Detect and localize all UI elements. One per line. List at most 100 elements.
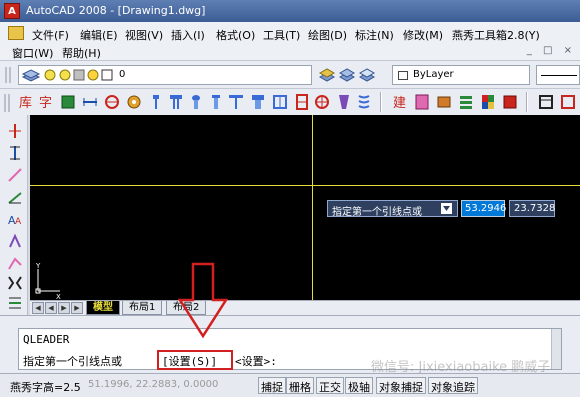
drawing-canvas[interactable]: 指定第一个引线点或 53.2946 23.7328 Y X <box>30 115 580 301</box>
tab-model[interactable]: 模型 <box>86 301 120 315</box>
menu-view[interactable]: 视图(V) <box>125 27 163 43</box>
mark-tool-icon[interactable] <box>414 93 430 111</box>
menu-draw[interactable]: 绘图(D) <box>308 27 347 43</box>
pin-tool-icon[interactable] <box>188 93 204 111</box>
tab-first-button[interactable]: ◀ <box>32 302 44 314</box>
menu-dimension[interactable]: 标注(N) <box>355 27 394 43</box>
document-icon[interactable] <box>8 26 24 40</box>
diameter-dim-icon[interactable] <box>7 233 23 249</box>
toolbar-grip-icon[interactable] <box>3 67 15 83</box>
autocad-logo-icon[interactable]: A <box>4 3 20 19</box>
tools-toolbar: 库 字 建 <box>0 88 580 115</box>
toolbar-grip-icon[interactable] <box>3 94 11 112</box>
ucs-y-label: Y <box>36 262 41 270</box>
ejector-tool-icon[interactable] <box>228 93 244 111</box>
tab-next-button[interactable]: ▶ <box>58 302 70 314</box>
svg-text:库: 库 <box>19 95 32 111</box>
osnap-toggle[interactable]: 对象捕捉 <box>376 377 426 394</box>
spring-coil-tool-icon[interactable] <box>356 93 372 111</box>
screw-tool-icon[interactable] <box>148 93 164 111</box>
toolbar-separator <box>380 92 382 112</box>
menu-format[interactable]: 格式(O) <box>216 27 255 43</box>
menu-modify[interactable]: 修改(M) <box>403 27 443 43</box>
menu-window[interactable]: 窗口(W) <box>12 45 53 61</box>
crosshair-vertical <box>312 115 313 300</box>
color-palette-tool-icon[interactable] <box>480 93 496 111</box>
layer-dropdown[interactable]: 0 <box>18 65 312 85</box>
aligned-dim-icon[interactable] <box>7 167 23 183</box>
layer-stack-icon <box>21 69 41 82</box>
command-window: QLEADER 指定第一个引线点或 [设置(S)] <设置>: 微信号: Jix… <box>0 315 580 375</box>
linetype-dropdown[interactable] <box>536 65 580 85</box>
stack-tool-icon[interactable] <box>458 93 474 111</box>
spring-tool-icon[interactable] <box>104 93 120 111</box>
bolt-tool-icon[interactable] <box>168 93 184 111</box>
vertical-dim-icon[interactable] <box>7 145 23 161</box>
left-toolbar: AA <box>0 115 28 315</box>
layout-tabs-bar: ◀ ◀ ▶ ▶ 模型 布局1 布局2 <box>30 300 580 315</box>
window-title: AutoCAD 2008 - [Drawing1.dwg] <box>26 4 206 17</box>
text-height-status: 燕秀字高=2.5 <box>10 381 81 394</box>
edit-tool-icon[interactable]: 字 <box>38 93 54 111</box>
color-value: ByLayer <box>413 69 454 80</box>
layer-state-icons <box>44 69 113 81</box>
polar-toggle[interactable]: 极轴 <box>345 377 373 394</box>
angular-dim-icon[interactable] <box>7 189 23 205</box>
continue-dim-icon[interactable] <box>7 295 23 311</box>
radius-dim-icon[interactable]: AA <box>7 211 23 227</box>
svg-text:建: 建 <box>393 96 406 111</box>
document-window-controls[interactable]: _ □ × <box>527 45 576 56</box>
color-control-dropdown[interactable]: ByLayer <box>392 65 530 85</box>
title-block-tool-icon[interactable] <box>560 93 576 111</box>
annotation-arrow-icon <box>177 262 229 339</box>
sprue-tool-icon[interactable] <box>336 93 352 111</box>
toolbar-separator <box>526 92 528 112</box>
status-bar: 燕秀字高=2.5 51.1996, 22.2883, 0.0000 捕捉 栅格 … <box>0 373 580 397</box>
plate-tool-icon[interactable] <box>436 93 452 111</box>
svg-text:字: 字 <box>39 96 52 111</box>
gear-tool-icon[interactable] <box>126 93 142 111</box>
menu-yanxiu-toolbox[interactable]: 燕秀工具箱2.8(Y) <box>452 27 540 43</box>
tab-last-button[interactable]: ▶ <box>71 302 83 314</box>
build-tool-icon[interactable]: 建 <box>392 93 408 111</box>
command-prompt: 指定第一个引线点或 <box>23 355 122 368</box>
library-tool-icon[interactable]: 库 <box>18 93 34 111</box>
tolerance-icon[interactable] <box>7 275 23 291</box>
guide-pin-tool-icon[interactable] <box>208 93 224 111</box>
grid-toggle[interactable]: 栅格 <box>286 377 314 394</box>
dropdown-arrow-icon[interactable] <box>441 203 452 214</box>
crosshair-tool-icon[interactable] <box>314 93 330 111</box>
dynamic-input-y[interactable]: 23.7328 <box>509 200 555 217</box>
title-bar: A AutoCAD 2008 - [Drawing1.dwg] <box>0 0 580 22</box>
line-dim-icon[interactable] <box>7 123 23 139</box>
cursor-coordinates: 51.1996, 22.2883, 0.0000 <box>88 379 219 390</box>
tab-layout1[interactable]: 布局1 <box>122 301 163 315</box>
tab-prev-button[interactable]: ◀ <box>45 302 57 314</box>
menu-help[interactable]: 帮助(H) <box>62 45 101 61</box>
command-scrollbar[interactable] <box>551 329 561 369</box>
punch-tool-icon[interactable] <box>250 93 266 111</box>
dimension-tool-icon[interactable] <box>82 93 98 111</box>
menu-edit[interactable]: 编辑(E) <box>80 27 118 43</box>
nozzle-tool-icon[interactable] <box>294 93 310 111</box>
command-default: <设置>: <box>235 355 277 368</box>
frame-tool-icon[interactable] <box>538 93 554 111</box>
leader-dim-icon[interactable] <box>7 255 23 271</box>
menu-tools[interactable]: 工具(T) <box>263 27 300 43</box>
layer-tools-icons[interactable] <box>318 66 378 84</box>
menu-bar: 文件(F) 编辑(E) 视图(V) 插入(I) 格式(O) 工具(T) 绘图(D… <box>0 22 580 60</box>
dynamic-input-x[interactable]: 53.2946 <box>461 200 506 217</box>
menu-file[interactable]: 文件(F) <box>32 27 69 43</box>
command-option-settings[interactable]: [设置(S)] <box>157 350 233 370</box>
menu-insert[interactable]: 插入(I) <box>171 27 205 43</box>
bushing-tool-icon[interactable] <box>272 93 288 111</box>
command-line-panel[interactable]: QLEADER 指定第一个引线点或 [设置(S)] <设置>: 微信号: Jix… <box>18 328 562 375</box>
snap-toggle[interactable]: 捕捉 <box>258 377 286 394</box>
bracket-tool-icon[interactable] <box>60 93 76 111</box>
otrack-toggle[interactable]: 对象追踪 <box>428 377 478 394</box>
layer-color-tool-icon[interactable] <box>502 93 518 111</box>
ortho-toggle[interactable]: 正交 <box>316 377 344 394</box>
current-layer-name: 0 <box>119 69 126 80</box>
dynamic-input-prompt: 指定第一个引线点或 <box>327 200 458 218</box>
color-swatch <box>398 71 408 80</box>
